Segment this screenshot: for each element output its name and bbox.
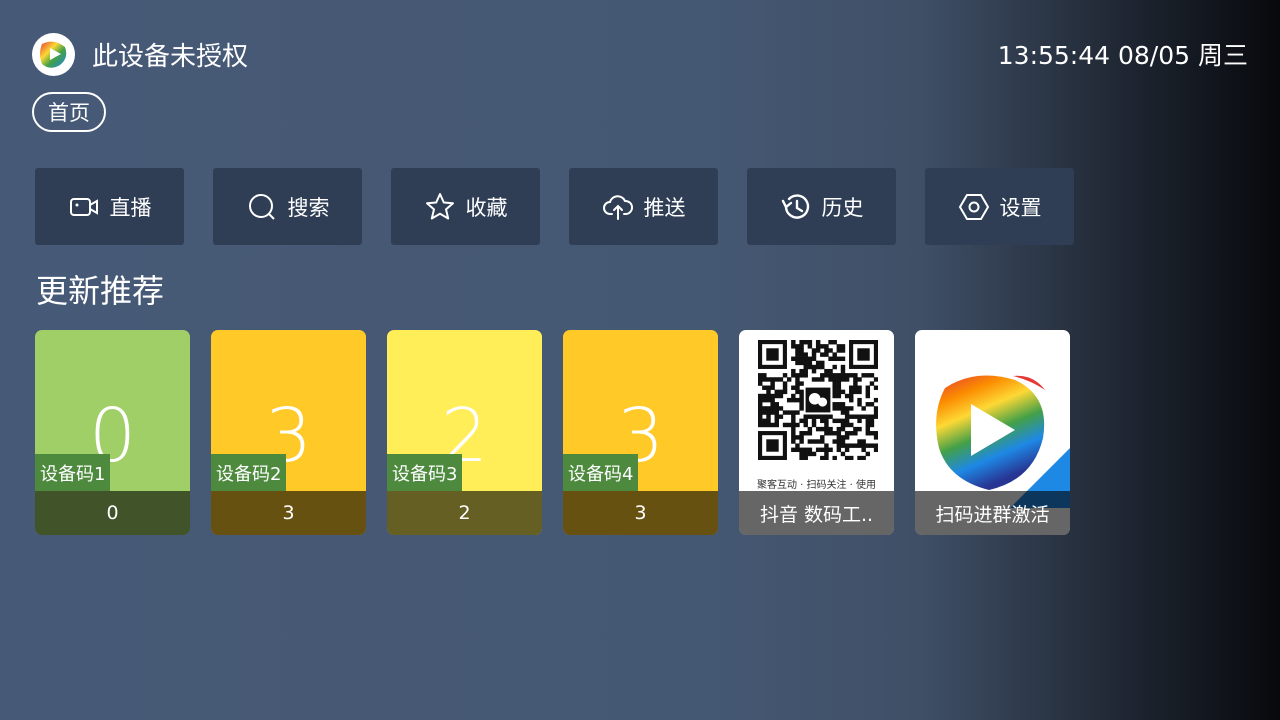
- card-tag: 设备码1: [35, 454, 111, 491]
- qr-caption: 聚客互动 · 扫码关注 · 使用: [756, 480, 877, 491]
- section-title-recommended: 更新推荐: [36, 272, 165, 310]
- history-icon: [781, 193, 809, 219]
- favorites-label: 收藏: [465, 195, 508, 220]
- device-code-card-2[interactable]: 3 设备码2 3: [211, 330, 366, 535]
- card-tag: 设备码3: [387, 454, 463, 491]
- app-header: 此设备未授权: [32, 32, 248, 76]
- card-footer: 扫码进群激活: [915, 491, 1070, 535]
- recommend-list: 0 设备码1 0 3 设备码2 3 2 设备码3 2 3 设备码4 3 聚客互动…: [35, 330, 1070, 535]
- search-icon: [248, 193, 275, 220]
- live-button[interactable]: 直播: [35, 168, 184, 245]
- settings-hexagon-icon: [958, 193, 989, 220]
- clock-datetime: 13:55:44 08/05 周三: [997, 41, 1248, 70]
- history-button[interactable]: 历史: [747, 168, 896, 245]
- card-footer: 抖音 数码工..: [739, 491, 894, 535]
- favorites-button[interactable]: 收藏: [391, 168, 540, 245]
- search-button[interactable]: 搜索: [213, 168, 362, 245]
- live-label: 直播: [109, 195, 152, 220]
- settings-button[interactable]: 设置: [925, 168, 1074, 245]
- device-code-card-4[interactable]: 3 设备码4 3: [563, 330, 718, 535]
- video-camera-icon: [69, 197, 98, 216]
- breadcrumb-home[interactable]: 首页: [32, 92, 106, 132]
- push-button[interactable]: 推送: [569, 168, 718, 245]
- card-footer: 0: [35, 491, 190, 535]
- join-group-card[interactable]: 扫码进群激活: [915, 330, 1070, 535]
- push-label: 推送: [643, 195, 686, 220]
- history-label: 历史: [821, 195, 864, 220]
- star-icon: [425, 192, 454, 219]
- wechat-qr-code-icon: [758, 340, 879, 461]
- card-tag: 设备码2: [211, 454, 287, 491]
- device-code-card-3[interactable]: 2 设备码3 2: [387, 330, 542, 535]
- page-title: 此设备未授权: [92, 41, 249, 72]
- qr-code-card[interactable]: 聚客互动 · 扫码关注 · 使用 抖音 数码工..: [739, 330, 894, 535]
- card-footer: 3: [563, 491, 718, 535]
- device-code-card-1[interactable]: 0 设备码1 0: [35, 330, 190, 535]
- app-play-logo-icon: [32, 32, 75, 76]
- search-label: 搜索: [287, 195, 330, 220]
- settings-label: 设置: [999, 195, 1042, 220]
- card-footer: 3: [211, 491, 366, 535]
- card-tag: 设备码4: [563, 454, 639, 491]
- main-menu: 直播 搜索 收藏 推送 历史 设置: [35, 168, 1074, 245]
- cloud-upload-icon: [602, 194, 633, 220]
- card-footer: 2: [387, 491, 542, 535]
